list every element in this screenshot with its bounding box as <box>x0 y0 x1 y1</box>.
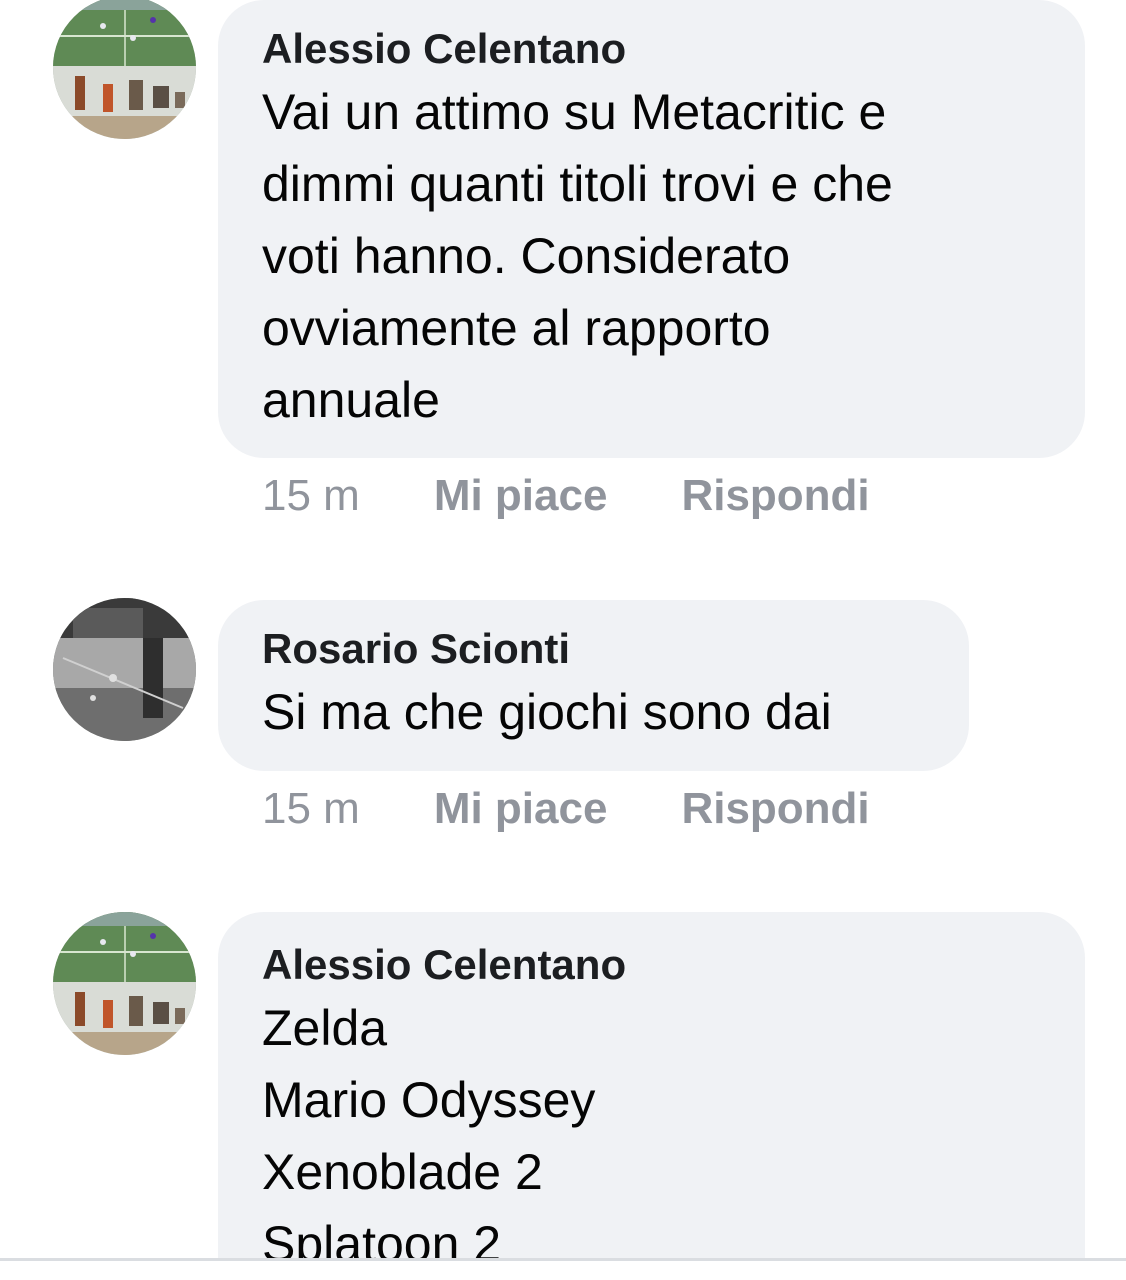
like-button[interactable]: Mi piace <box>434 784 608 834</box>
comment-bubble: Rosario Scionti Si ma che giochi sono da… <box>218 600 969 771</box>
avatar[interactable] <box>53 912 196 1055</box>
comment-thread: Alessio Celentano Vai un attimo su Metac… <box>0 0 1126 1280</box>
comment-author[interactable]: Alessio Celentano <box>262 938 1045 992</box>
comment-timestamp[interactable]: 15 m <box>262 471 360 521</box>
comment-timestamp[interactable]: 15 m <box>262 784 360 834</box>
avatar-football-photo <box>53 0 196 139</box>
comment-text: Si ma che giochi sono dai <box>262 684 832 740</box>
avatar[interactable] <box>53 598 196 741</box>
avatar-football-photo <box>53 912 196 1055</box>
comment-actions: 15 m Mi piace Rispondi <box>262 779 944 839</box>
avatar[interactable] <box>53 0 196 139</box>
reply-button[interactable]: Rispondi <box>681 471 869 521</box>
comment-author[interactable]: Rosario Scionti <box>262 622 929 676</box>
avatar-grayscale-photo <box>53 598 196 741</box>
comment-author[interactable]: Alessio Celentano <box>262 22 1045 76</box>
bottom-divider <box>0 1258 1126 1280</box>
comment-text: Zelda Mario Odyssey Xenoblade 2 Splatoon… <box>262 1000 596 1272</box>
comment-text: Vai un attimo su Metacritic e dimmi quan… <box>262 84 893 428</box>
like-button[interactable]: Mi piace <box>434 471 608 521</box>
comment-bubble: Alessio Celentano Zelda Mario Odyssey Xe… <box>218 912 1085 1280</box>
comment-bubble: Alessio Celentano Vai un attimo su Metac… <box>218 0 1085 458</box>
reply-button[interactable]: Rispondi <box>681 784 869 834</box>
comment-actions: 15 m Mi piace Rispondi <box>262 466 944 526</box>
